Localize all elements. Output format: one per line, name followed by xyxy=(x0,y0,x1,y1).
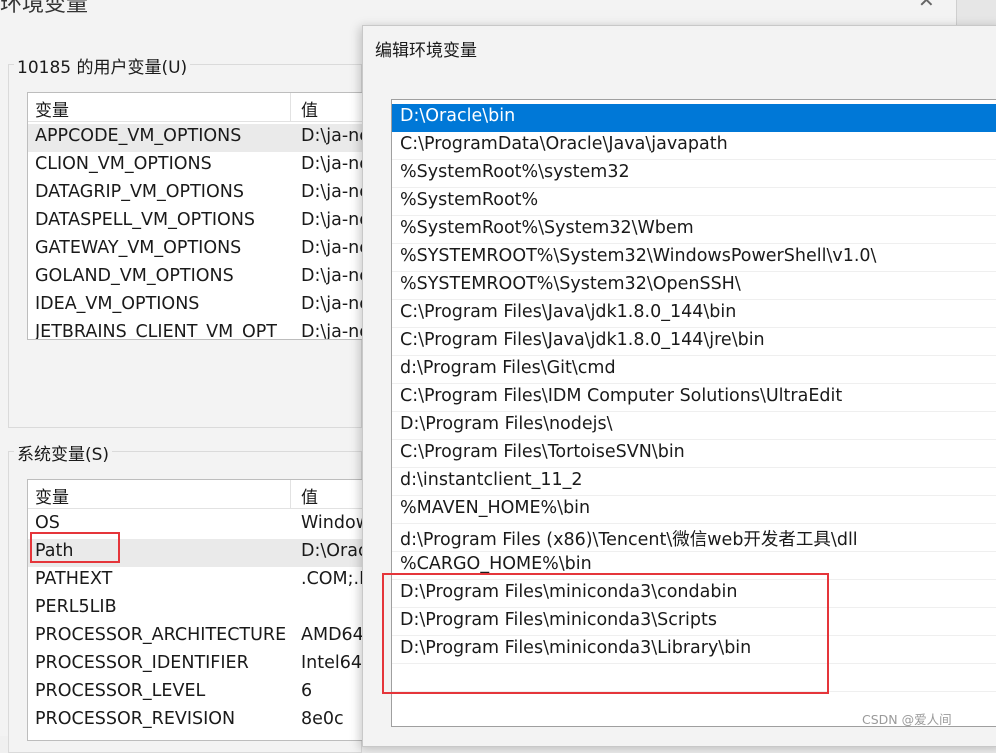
path-text: %SYSTEMROOT%\System32\WindowsPowerShell\… xyxy=(400,246,877,266)
var-value: .COM;.E xyxy=(301,569,369,589)
path-item[interactable]: %SystemRoot%\System32\Wbem xyxy=(392,216,996,244)
user-variables-label: 10185 的用户变量(U) xyxy=(14,53,191,78)
var-value: D:\ja-ne xyxy=(301,322,369,340)
var-value: 8e0c xyxy=(301,709,344,729)
path-text: %SystemRoot%\system32 xyxy=(400,162,630,182)
var-name: PROCESSOR_IDENTIFIER xyxy=(35,653,249,673)
var-value: AMD64 xyxy=(301,625,364,645)
path-text: d:\instantclient_11_2 xyxy=(400,470,583,490)
column-header-name[interactable]: 变量 xyxy=(35,96,69,121)
path-text: %SYSTEMROOT%\System32\OpenSSH\ xyxy=(400,274,741,294)
path-text: d:\Program Files\Git\cmd xyxy=(400,358,616,378)
var-value: 6 xyxy=(301,681,313,701)
path-item[interactable]: C:\Program Files\IDM Computer Solutions\… xyxy=(392,384,996,412)
var-name: PROCESSOR_ARCHITECTURE xyxy=(35,625,287,645)
var-name: PERL5LIB xyxy=(35,597,117,617)
path-item[interactable]: %MAVEN_HOME%\bin xyxy=(392,496,996,524)
table-row[interactable]: GOLAND_VM_OPTIONS D:\ja-ne xyxy=(28,264,368,292)
path-item[interactable]: d:\Program Files (x86)\Tencent\微信web开发者工… xyxy=(392,524,996,552)
path-text: C:\Program Files\Java\jdk1.8.0_144\bin xyxy=(400,302,737,322)
table-row[interactable]: DATAGRIP_VM_OPTIONS D:\ja-ne xyxy=(28,180,368,208)
user-variables-table[interactable]: 变量 值 APPCODE_VM_OPTIONS D:\ja-ne CLION_VM… xyxy=(27,92,369,340)
column-divider[interactable] xyxy=(290,480,291,508)
table-row[interactable]: PERL5LIB xyxy=(28,595,368,623)
table-header: 变量 值 xyxy=(28,93,368,122)
var-name: CLION_VM_OPTIONS xyxy=(35,154,212,174)
dialog-title: 编辑环境变量 xyxy=(375,41,477,61)
table-header: 变量 值 xyxy=(28,480,368,509)
table-row[interactable]: IDEA_VM_OPTIONS D:\ja-ne xyxy=(28,292,368,320)
system-variables-table[interactable]: 变量 值 OS Window Path D:\Orac PATHEXT .COM;.E… xyxy=(27,479,369,741)
column-header-value[interactable]: 值 xyxy=(301,483,318,508)
path-item[interactable]: C:\Program Files\TortoiseSVN\bin xyxy=(392,440,996,468)
var-value: D:\Orac xyxy=(301,541,368,561)
var-name: PROCESSOR_LEVEL xyxy=(35,681,206,701)
var-value: Intel64 xyxy=(301,653,363,673)
table-row[interactable]: PROCESSOR_ARCHITECTURE AMD64 xyxy=(28,623,368,651)
table-row[interactable]: CLION_VM_OPTIONS D:\ja-ne xyxy=(28,152,368,180)
path-text: C:\Program Files\IDM Computer Solutions\… xyxy=(400,386,843,406)
path-item[interactable]: %SYSTEMROOT%\System32\WindowsPowerShell\… xyxy=(392,244,996,272)
var-name: DATAGRIP_VM_OPTIONS xyxy=(35,182,244,202)
path-item[interactable]: D:\Oracle\bin xyxy=(392,104,996,132)
var-value: D:\ja-ne xyxy=(301,294,369,314)
path-text: %SystemRoot% xyxy=(400,190,539,210)
table-row[interactable]: PATHEXT .COM;.E xyxy=(28,567,368,595)
path-text: %MAVEN_HOME%\bin xyxy=(400,498,591,518)
path-text: D:\Oracle\bin xyxy=(400,106,516,126)
var-value: D:\ja-ne xyxy=(301,238,369,258)
path-text: C:\Program Files\Java\jdk1.8.0_144\jre\b… xyxy=(400,330,765,350)
column-header-value[interactable]: 值 xyxy=(301,96,318,121)
table-row[interactable]: PROCESSOR_LEVEL 6 xyxy=(28,679,368,707)
watermark: CSDN @爱人间 xyxy=(862,712,952,727)
system-variables-label: 系统变量(S) xyxy=(14,440,113,465)
table-row[interactable]: APPCODE_VM_OPTIONS D:\ja-ne xyxy=(28,124,368,152)
var-name: DATASPELL_VM_OPTIONS xyxy=(35,210,256,230)
dialog-title-fragment: 环境变量 xyxy=(0,0,89,17)
var-name: APPCODE_VM_OPTIONS xyxy=(35,126,242,146)
var-name: IDEA_VM_OPTIONS xyxy=(35,294,200,314)
highlight-box-miniconda xyxy=(382,573,829,694)
var-name: JETBRAINS_CLIENT_VM_OPT xyxy=(35,322,278,340)
table-row[interactable]: PROCESSOR_REVISION 8e0c xyxy=(28,707,368,735)
highlight-box-path xyxy=(30,532,120,563)
path-item[interactable]: C:\Program Files\Java\jdk1.8.0_144\jre\b… xyxy=(392,328,996,356)
path-item[interactable]: %SYSTEMROOT%\System32\OpenSSH\ xyxy=(392,272,996,300)
var-value: D:\ja-ne xyxy=(301,126,369,146)
column-header-name[interactable]: 变量 xyxy=(35,483,69,508)
var-name: OS xyxy=(35,513,60,533)
var-value: D:\ja-ne xyxy=(301,182,369,202)
path-text: D:\Program Files\nodejs\ xyxy=(400,414,613,434)
path-text: C:\Program Files\TortoiseSVN\bin xyxy=(400,442,685,462)
path-item[interactable]: d:\Program Files\Git\cmd xyxy=(392,356,996,384)
path-text: %SystemRoot%\System32\Wbem xyxy=(400,218,694,238)
path-text: d:\Program Files (x86)\Tencent\微信web开发者工… xyxy=(400,530,858,550)
path-item[interactable]: D:\Program Files\nodejs\ xyxy=(392,412,996,440)
table-row[interactable]: PROCESSOR_IDENTIFIER Intel64 xyxy=(28,651,368,679)
var-name: PROCESSOR_REVISION xyxy=(35,709,236,729)
var-value: D:\ja-ne xyxy=(301,266,369,286)
path-item[interactable]: d:\instantclient_11_2 xyxy=(392,468,996,496)
path-item[interactable]: C:\ProgramData\Oracle\Java\javapath xyxy=(392,132,996,160)
var-name: GATEWAY_VM_OPTIONS xyxy=(35,238,242,258)
var-value: D:\ja-ne xyxy=(301,210,369,230)
var-value: D:\ja-ne xyxy=(301,154,369,174)
column-divider[interactable] xyxy=(290,93,291,121)
table-row[interactable]: JETBRAINS_CLIENT_VM_OPT D:\ja-ne xyxy=(28,320,369,340)
window-edge xyxy=(956,0,996,26)
table-row[interactable]: GATEWAY_VM_OPTIONS D:\ja-ne xyxy=(28,236,368,264)
var-value: Window xyxy=(301,513,369,533)
path-item[interactable]: C:\Program Files\Java\jdk1.8.0_144\bin xyxy=(392,300,996,328)
path-text: %CARGO_HOME%\bin xyxy=(400,554,592,574)
path-text: C:\ProgramData\Oracle\Java\javapath xyxy=(400,134,728,154)
table-row[interactable]: DATASPELL_VM_OPTIONS D:\ja-ne xyxy=(28,208,368,236)
close-icon[interactable]: ✕ xyxy=(918,0,935,12)
path-item[interactable]: %SystemRoot%\system32 xyxy=(392,160,996,188)
var-name: PATHEXT xyxy=(35,569,113,589)
path-item[interactable]: %SystemRoot% xyxy=(392,188,996,216)
var-name: GOLAND_VM_OPTIONS xyxy=(35,266,234,286)
